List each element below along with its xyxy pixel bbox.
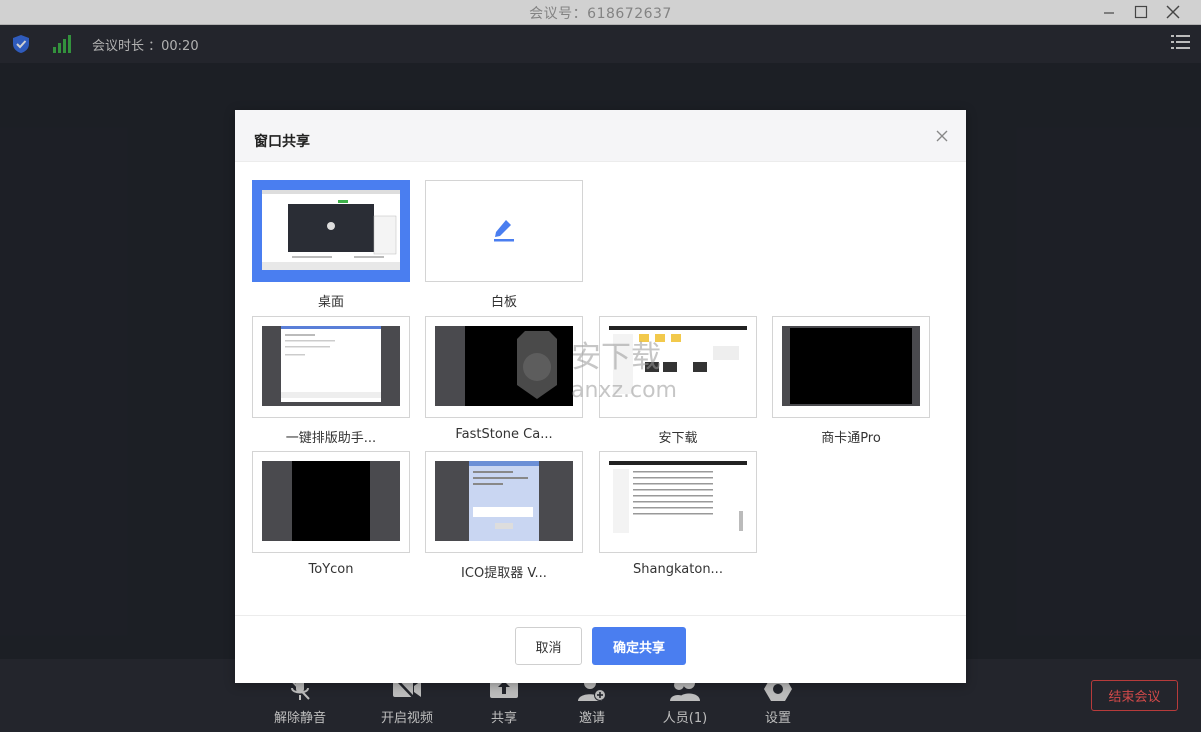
share-item-window-5[interactable]: ToYcon xyxy=(252,451,410,577)
share-thumbnail xyxy=(772,316,930,418)
share-item-window-2[interactable]: FastStone Ca... xyxy=(425,316,583,442)
share-thumbnail xyxy=(599,316,757,418)
share-item-window-1[interactable]: 一键排版助手... xyxy=(252,316,410,446)
share-item-whiteboard[interactable]: 白板 xyxy=(425,180,583,310)
window-share-dialog: 窗口共享 桌面 白板 一键排版助手... FastStone Ca... 安下载… xyxy=(235,110,966,683)
share-item-label: FastStone Ca... xyxy=(455,427,553,442)
share-item-window-4[interactable]: 商卡通Pro xyxy=(772,316,930,446)
window-preview-image xyxy=(262,326,400,406)
share-item-label: 一键排版助手... xyxy=(285,431,377,446)
share-item-label: 商卡通Pro xyxy=(821,431,881,446)
window-preview-image xyxy=(435,461,573,541)
cancel-button[interactable]: 取消 xyxy=(515,627,582,665)
dialog-footer: 取消 确定共享 xyxy=(235,615,966,683)
share-thumbnail xyxy=(425,451,583,553)
desktop-preview-image xyxy=(262,190,400,270)
window-preview-image xyxy=(782,326,920,406)
share-item-label: 白板 xyxy=(490,295,517,310)
share-item-label: Shangkaton... xyxy=(633,562,723,577)
share-thumbnail xyxy=(252,316,410,418)
window-preview-image xyxy=(435,326,573,406)
share-item-desktop[interactable]: 桌面 xyxy=(252,180,410,310)
share-item-window-6[interactable]: ICO提取器 V... xyxy=(425,451,583,581)
share-item-label: 桌面 xyxy=(317,295,344,310)
share-item-label: ToYcon xyxy=(308,562,354,577)
share-thumbnail xyxy=(252,180,410,282)
dialog-title: 窗口共享 xyxy=(254,134,310,150)
share-item-label: ICO提取器 V... xyxy=(461,566,547,581)
share-thumbnail xyxy=(252,451,410,553)
share-thumbnail xyxy=(425,316,583,418)
pen-edit-icon xyxy=(494,220,514,242)
share-thumbnail xyxy=(599,451,757,553)
share-thumbnail xyxy=(425,180,583,282)
window-preview-image xyxy=(609,461,747,541)
share-item-window-3[interactable]: 安下载 xyxy=(599,316,757,446)
window-preview-image xyxy=(262,461,400,541)
window-preview-image xyxy=(609,326,747,406)
share-item-window-7[interactable]: Shangkaton... xyxy=(599,451,757,577)
share-item-label: 安下载 xyxy=(658,431,698,446)
dialog-close-icon[interactable] xyxy=(934,128,950,144)
confirm-share-button[interactable]: 确定共享 xyxy=(592,627,686,665)
dialog-header: 窗口共享 xyxy=(235,110,966,162)
